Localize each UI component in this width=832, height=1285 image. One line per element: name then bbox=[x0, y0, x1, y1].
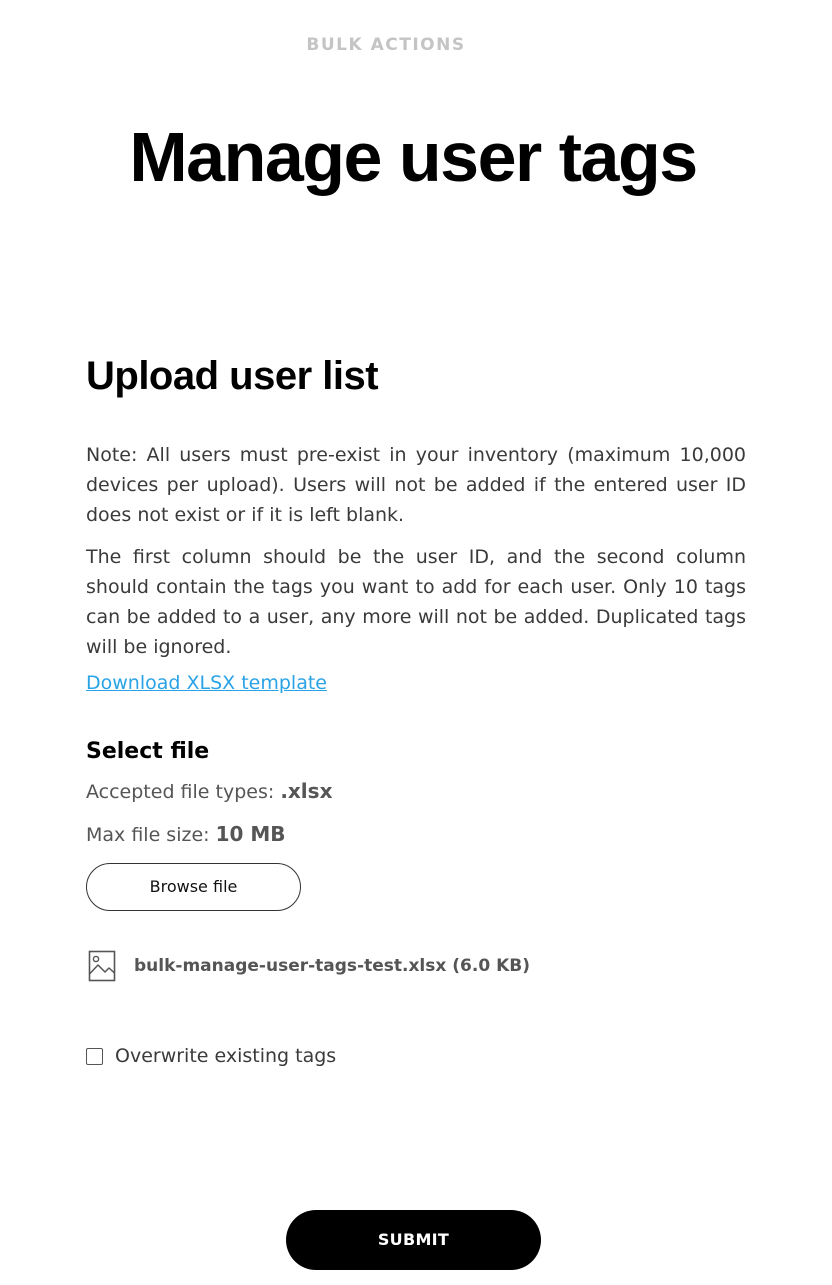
section-title-upload: Upload user list bbox=[86, 354, 379, 398]
image-file-icon bbox=[86, 948, 118, 984]
uploaded-file-name: bulk-manage-user-tags-test.xlsx (6.0 KB) bbox=[134, 956, 530, 976]
overwrite-tags-option[interactable]: Overwrite existing tags bbox=[86, 1045, 336, 1067]
accepted-file-types-value: .xlsx bbox=[280, 779, 333, 803]
eyebrow-label: BULK ACTIONS bbox=[306, 35, 466, 55]
browse-file-button[interactable]: Browse file bbox=[86, 863, 301, 911]
overwrite-tags-checkbox[interactable] bbox=[86, 1047, 103, 1065]
accepted-file-types-label: Accepted file types: bbox=[86, 781, 281, 803]
uploaded-file-item: bulk-manage-user-tags-test.xlsx (6.0 KB) bbox=[86, 948, 530, 984]
upload-instructions: The first column should be the user ID, … bbox=[86, 546, 746, 658]
overwrite-tags-label[interactable]: Overwrite existing tags bbox=[115, 1045, 336, 1067]
select-file-title: Select file bbox=[86, 739, 210, 764]
download-template-link[interactable]: Download XLSX template bbox=[86, 670, 327, 696]
accepted-file-types: Accepted file types: .xlsx bbox=[86, 778, 332, 805]
max-file-size: Max file size: 10 MB bbox=[86, 821, 286, 848]
max-file-size-label: Max file size: bbox=[86, 824, 216, 846]
page-title: Manage user tags bbox=[129, 118, 698, 196]
max-file-size-value: 10 MB bbox=[215, 822, 286, 846]
submit-button[interactable]: SUBMIT bbox=[286, 1210, 541, 1270]
upload-note: Note: All users must pre-exist in your i… bbox=[86, 444, 746, 526]
